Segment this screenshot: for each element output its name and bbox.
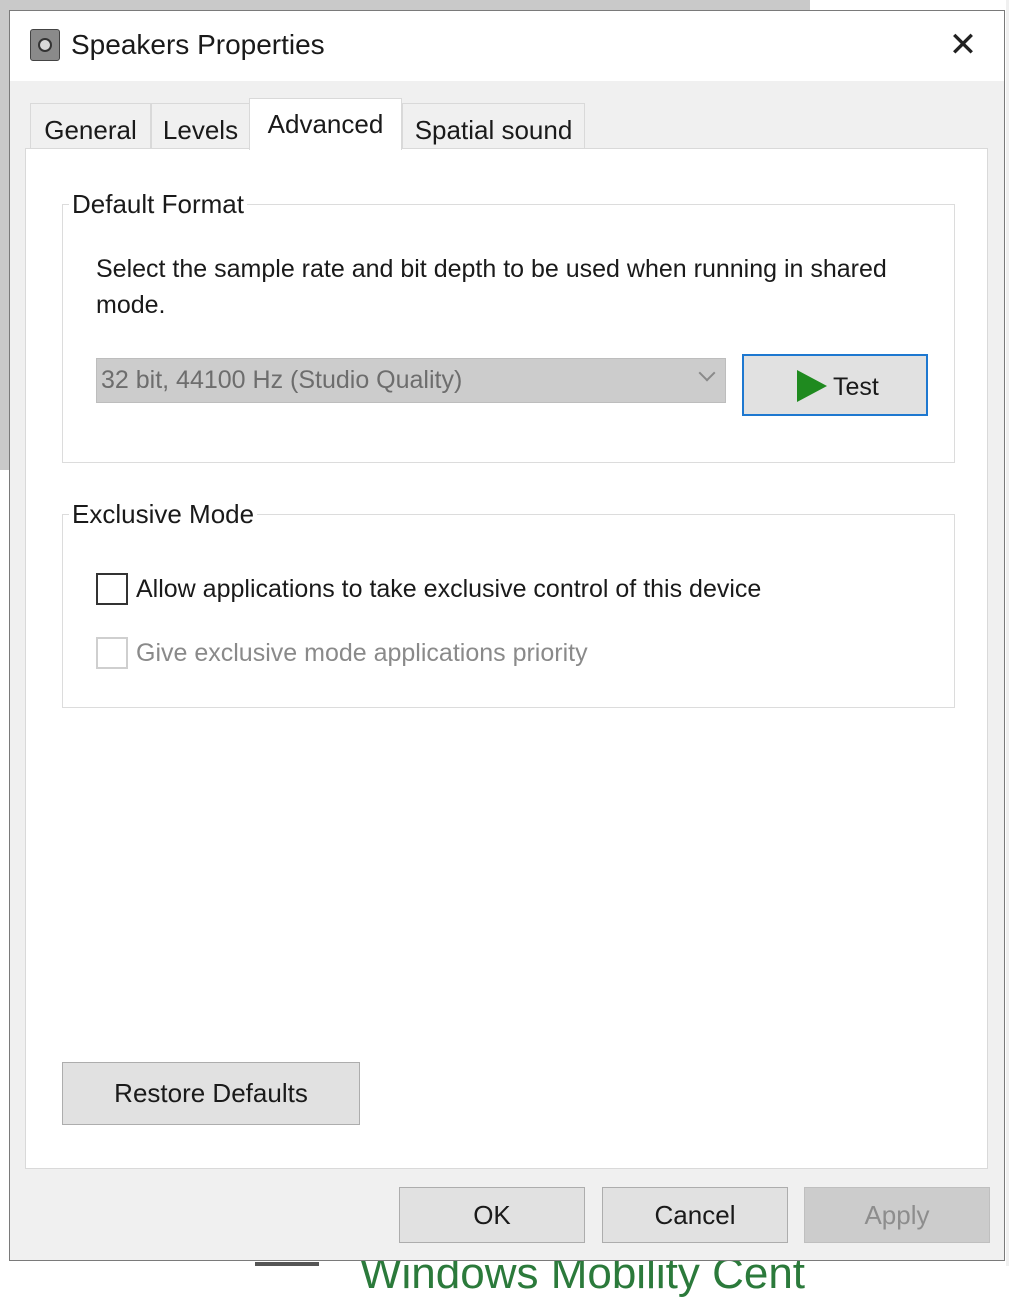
chevron-down-icon [698,364,716,382]
default-format-description: Select the sample rate and bit depth to … [96,255,887,319]
allow-exclusive-label[interactable]: Allow applications to take exclusive con… [136,573,761,605]
tab-general[interactable]: General [30,103,151,149]
tab-levels[interactable]: Levels [151,103,250,149]
title-bar[interactable]: Speakers Properties ✕ [10,11,1004,81]
apply-button: Apply [804,1187,990,1243]
window-title: Speakers Properties [71,29,325,60]
advanced-tab-panel: Default Format Select the sample rate an… [25,148,988,1169]
exclusive-mode-group: Exclusive Mode Allow applications to tak… [62,499,955,708]
play-icon [797,370,827,402]
speaker-icon [30,29,60,61]
default-format-group: Default Format Select the sample rate an… [62,189,955,463]
give-priority-label: Give exclusive mode applications priorit… [136,639,588,667]
default-format-label: Default Format [69,189,247,219]
speakers-properties-dialog: Speakers Properties ✕ General Levels Adv… [9,10,1005,1261]
tab-spatial-sound[interactable]: Spatial sound [402,103,585,149]
cancel-button[interactable]: Cancel [602,1187,788,1243]
ok-button[interactable]: OK [399,1187,585,1243]
exclusive-mode-label: Exclusive Mode [69,499,258,529]
test-button[interactable]: Test [742,354,928,416]
close-button[interactable]: ✕ [936,25,990,67]
allow-exclusive-checkbox[interactable] [96,573,128,605]
give-priority-checkbox [96,637,128,669]
background-taskbar-fragment [255,1262,319,1266]
restore-defaults-button[interactable]: Restore Defaults [62,1062,360,1125]
tab-advanced[interactable]: Advanced [249,98,402,150]
test-button-label: Test [833,373,879,401]
format-select-value: 32 bit, 44100 Hz (Studio Quality) [101,366,463,394]
format-select[interactable]: 32 bit, 44100 Hz (Studio Quality) [96,358,726,403]
